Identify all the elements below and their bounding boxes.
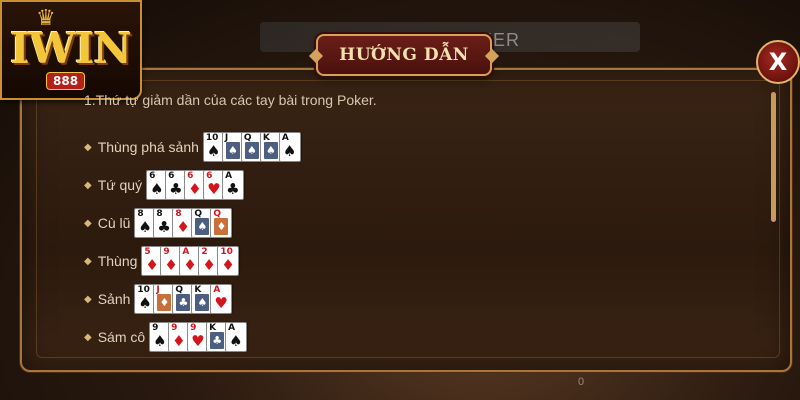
card-suit-icon: ♠ (263, 142, 278, 159)
card-suit-icon: ♠ (195, 294, 210, 311)
bullet-icon: ◆ (84, 293, 92, 305)
card-group: 10 ♠ J ♦ Q ♣ K ♠ A ♥ (134, 284, 233, 314)
card-group: 10 ♠ J ♠ Q ♠ K ♠ A ♠ (202, 132, 301, 162)
card-suit-icon: ♠ (138, 218, 152, 236)
card-suit-icon: ♣ (157, 218, 171, 236)
hand-name: Cù lũ (97, 215, 131, 231)
playing-card: A ♣ (222, 170, 245, 200)
background-counter: 0 (578, 376, 585, 388)
dialog-title-banner: HƯỚNG DẪN (316, 34, 492, 76)
hand-row: ◆ Tứ quý 6 ♠ 6 ♣ 6 ♦ 6 ♥ A ♣ (84, 166, 301, 204)
logo-subtext: 888 (46, 72, 86, 90)
card-suit-icon: ♦ (172, 332, 186, 350)
card-suit-icon: ♦ (176, 218, 190, 236)
card-group: 5 ♦ 9 ♦ A ♦ 2 ♦ 10 ♦ (141, 246, 240, 276)
bullet-icon: ◆ (84, 331, 92, 343)
close-button[interactable]: X (756, 40, 800, 84)
hand-row: ◆ Cù lũ 8 ♠ 8 ♣ 8 ♦ Q ♠ Q ♦ (84, 204, 301, 242)
card-suit-icon: ♠ (244, 142, 259, 159)
card-group: 9 ♠ 9 ♦ 9 ♥ K ♣ A ♠ (149, 322, 248, 352)
hand-name: Sảnh (97, 291, 131, 307)
playing-card: Q ♦ (210, 208, 233, 238)
brand-logo: ♛ IWIN 888 (0, 0, 142, 100)
card-suit-icon: ♦ (157, 294, 172, 311)
card-group: 6 ♠ 6 ♣ 6 ♦ 6 ♥ A ♣ (146, 170, 245, 200)
guide-intro-text: 1.Thứ tự giảm dần của các tay bài trong … (84, 92, 377, 108)
card-suit-icon: ♠ (195, 218, 210, 235)
card-suit-icon: ♠ (153, 332, 167, 350)
hand-row: ◆ Thùng phá sảnh 10 ♠ J ♠ Q ♠ K ♠ A ♠ (84, 128, 301, 166)
card-suit-icon: ♣ (226, 180, 240, 198)
hand-name: Thùng (97, 253, 138, 269)
card-suit-icon: ♦ (145, 256, 159, 274)
playing-card: A ♠ (278, 132, 301, 162)
card-group: 8 ♠ 8 ♣ 8 ♦ Q ♠ Q ♦ (134, 208, 233, 238)
logo-text: IWIN (10, 24, 132, 73)
playing-card: A ♥ (210, 284, 233, 314)
card-suit-icon: ♥ (191, 332, 205, 350)
dialog-title: HƯỚNG DẪN (339, 45, 469, 65)
card-suit-icon: ♥ (207, 180, 221, 198)
card-suit-icon: ♠ (206, 142, 221, 160)
bullet-icon: ◆ (84, 217, 92, 229)
playing-card: 10 ♦ (217, 246, 240, 276)
hand-row: ◆ Sảnh 10 ♠ J ♦ Q ♣ K ♠ A ♥ (84, 280, 301, 318)
card-suit-icon: ♦ (188, 180, 202, 198)
card-suit-icon: ♣ (176, 294, 191, 311)
card-suit-icon: ♠ (282, 142, 297, 160)
card-suit-icon: ♦ (221, 256, 235, 274)
card-suit-icon: ♦ (202, 256, 216, 274)
card-suit-icon: ♦ (183, 256, 197, 274)
hand-name: Sám cô (97, 329, 146, 345)
hand-name: Tứ quý (97, 177, 143, 193)
close-icon: X (768, 48, 788, 76)
card-suit-icon: ♠ (150, 180, 164, 198)
card-suit-icon: ♠ (225, 142, 240, 159)
scrollbar[interactable] (771, 92, 776, 222)
card-suit-icon: ♣ (210, 332, 225, 349)
card-suit-icon: ♦ (214, 218, 229, 235)
hand-ranking-list: ◆ Thùng phá sảnh 10 ♠ J ♠ Q ♠ K ♠ A ♠ ◆ Tứ quý 6 ♠ 6 ♣ 6 ♦ 6… (84, 128, 301, 356)
bullet-icon: ◆ (84, 255, 92, 267)
hand-row: ◆ Sám cô 9 ♠ 9 ♦ 9 ♥ K ♣ A ♠ (84, 318, 301, 356)
card-suit-icon: ♣ (169, 180, 183, 198)
card-suit-icon: ♥ (214, 294, 228, 312)
card-suit-icon: ♠ (229, 332, 243, 350)
card-suit-icon: ♦ (164, 256, 178, 274)
bullet-icon: ◆ (84, 141, 92, 153)
bullet-icon: ◆ (84, 179, 92, 191)
card-suit-icon: ♠ (138, 294, 152, 312)
hand-row: ◆ Thùng 5 ♦ 9 ♦ A ♦ 2 ♦ 10 ♦ (84, 242, 301, 280)
playing-card: A ♠ (225, 322, 248, 352)
hand-name: Thùng phá sảnh (97, 139, 199, 155)
